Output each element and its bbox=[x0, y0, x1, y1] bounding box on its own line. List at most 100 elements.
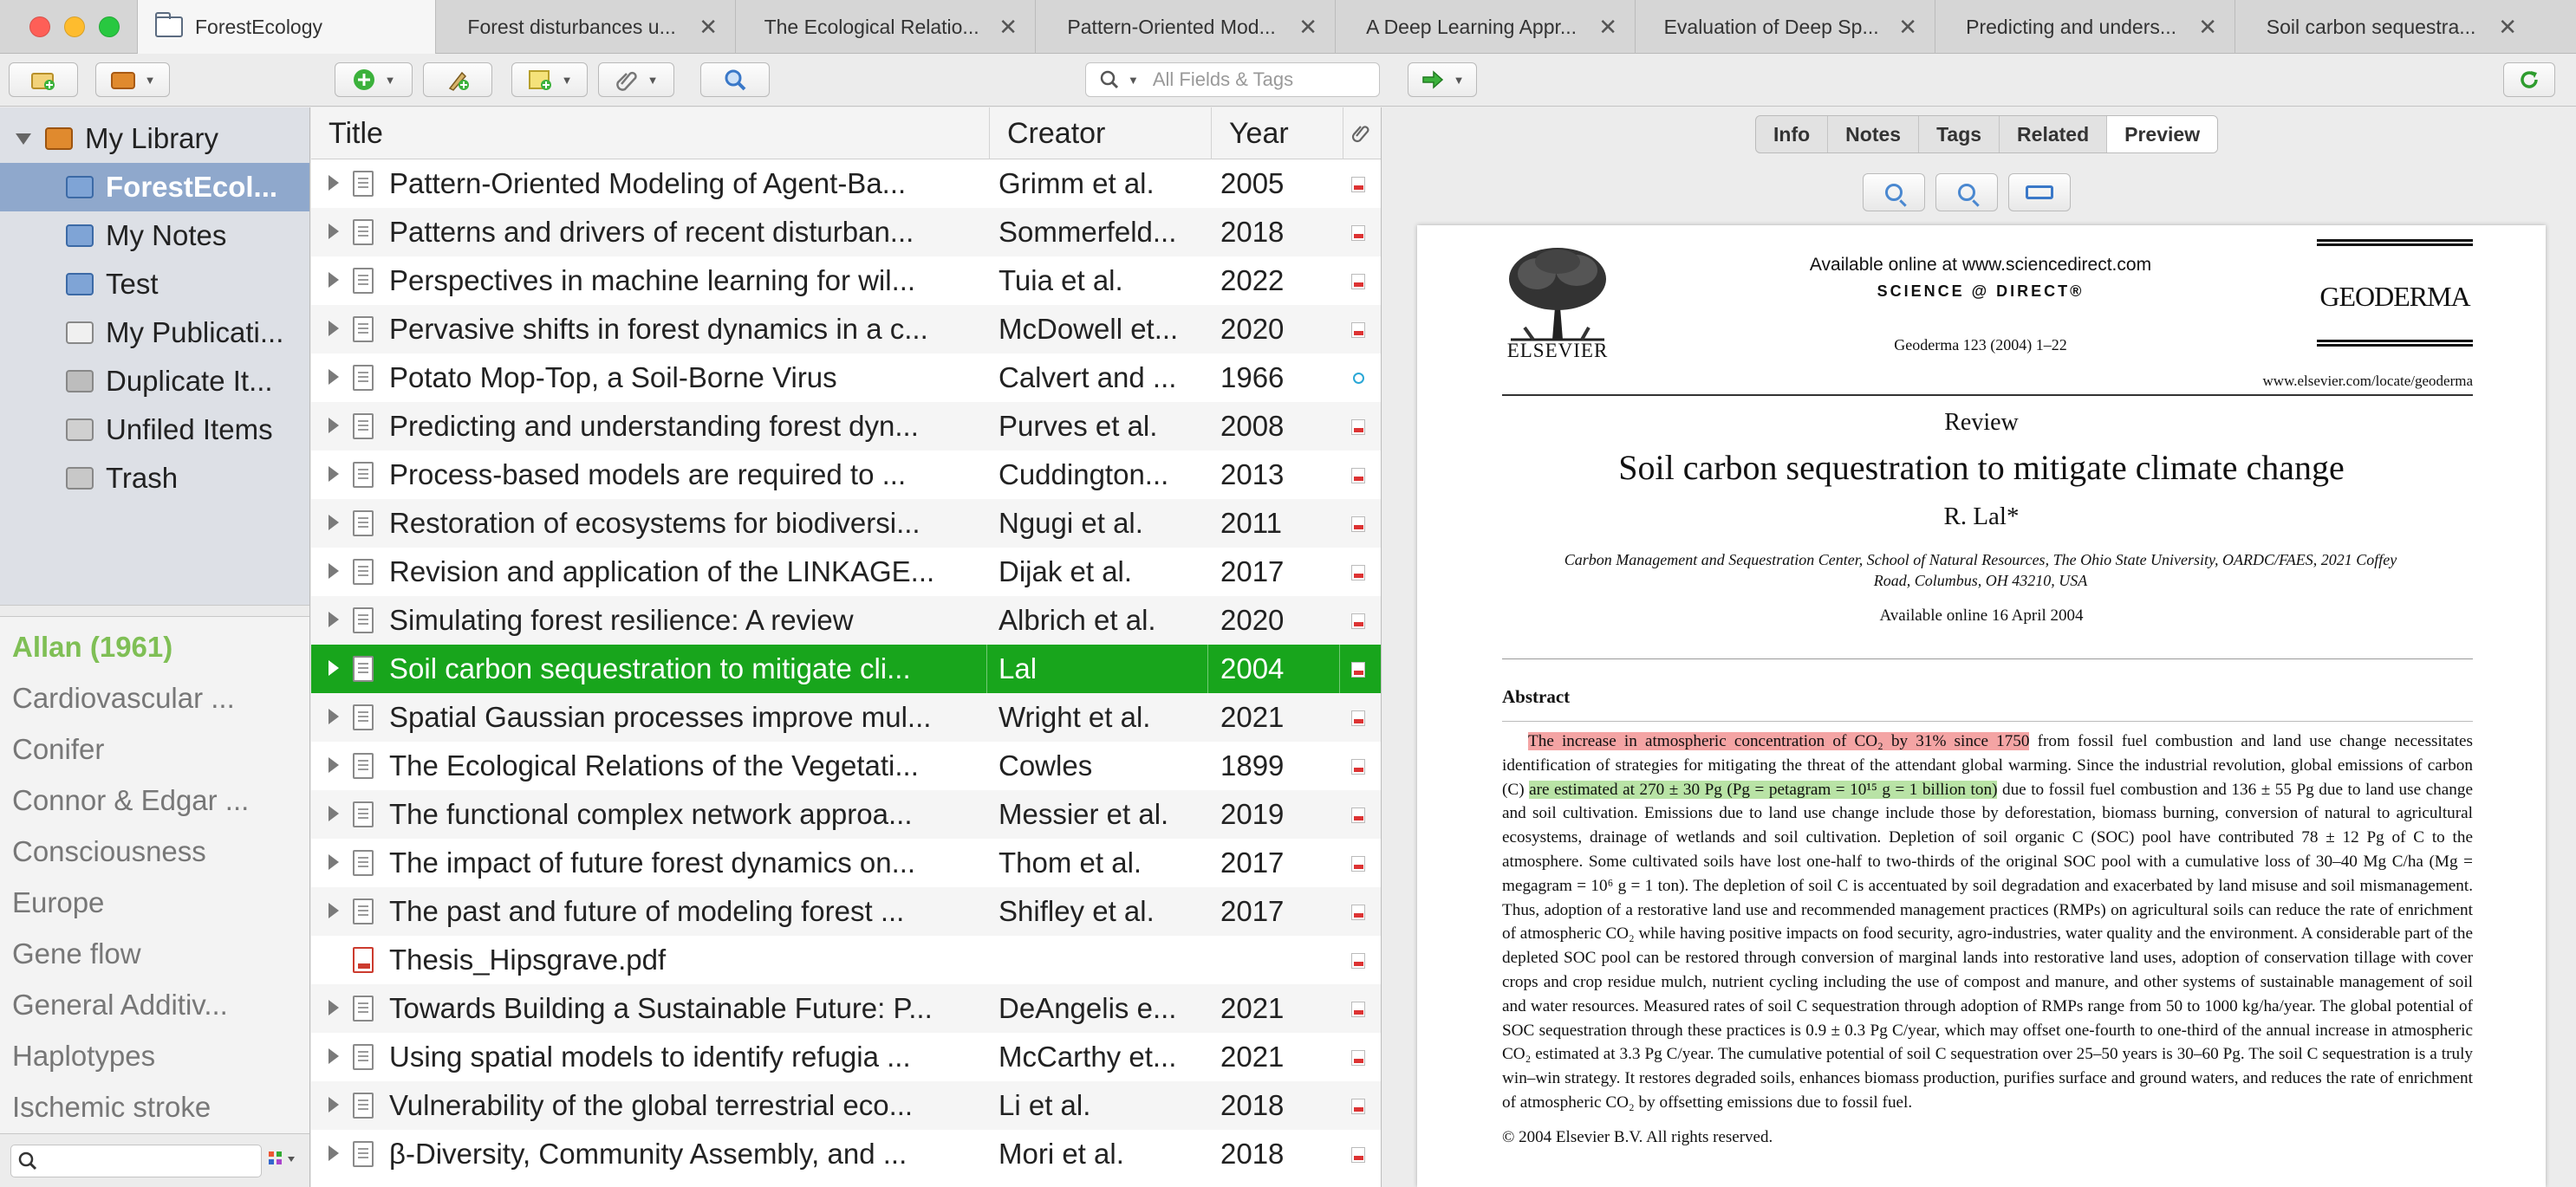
tag-item[interactable]: Conifer bbox=[12, 733, 104, 766]
new-item-button[interactable]: ▼ bbox=[335, 62, 413, 97]
minimize-window-button[interactable] bbox=[64, 16, 85, 37]
disclosure-triangle-icon[interactable] bbox=[329, 321, 339, 336]
tag-item[interactable]: General Additiv... bbox=[12, 989, 228, 1022]
tab-tags[interactable]: Tags bbox=[1919, 116, 2000, 152]
table-row[interactable]: Towards Building a Sustainable Future: P… bbox=[311, 984, 1381, 1033]
search-field[interactable]: ▼ All Fields & Tags bbox=[1085, 62, 1380, 97]
window-tab[interactable]: The Ecological Relatio... ✕ bbox=[735, 0, 1035, 54]
collection-item[interactable]: My Publicati... bbox=[0, 308, 309, 357]
tag-item[interactable]: Consciousness bbox=[12, 835, 206, 868]
pdf-attachment-icon[interactable] bbox=[1351, 710, 1365, 726]
add-attachment-button[interactable]: ▼ bbox=[598, 62, 674, 97]
disclosure-triangle-icon[interactable] bbox=[329, 757, 339, 773]
zoom-out-button[interactable] bbox=[1863, 173, 1925, 211]
table-row[interactable]: Pervasive shifts in forest dynamics in a… bbox=[311, 305, 1381, 354]
disclosure-triangle-icon[interactable] bbox=[329, 466, 339, 482]
tag-item[interactable]: Allan (1961) bbox=[12, 631, 172, 664]
disclosure-triangle-icon[interactable] bbox=[329, 563, 339, 579]
disclosure-triangle-icon[interactable] bbox=[329, 272, 339, 288]
disclosure-triangle-icon[interactable] bbox=[329, 1000, 339, 1015]
pdf-attachment-icon[interactable] bbox=[1351, 1002, 1365, 1017]
window-tab[interactable]: Soil carbon sequestra... ✕ bbox=[2234, 0, 2534, 54]
table-row[interactable]: The impact of future forest dynamics on.… bbox=[311, 839, 1381, 887]
table-row[interactable]: Vulnerability of the global terrestrial … bbox=[311, 1081, 1381, 1130]
table-row[interactable]: The functional complex network approa...… bbox=[311, 790, 1381, 839]
close-tab-icon[interactable]: ✕ bbox=[1898, 14, 1917, 41]
close-tab-icon[interactable]: ✕ bbox=[2498, 14, 2517, 41]
table-row[interactable]: The past and future of modeling forest .… bbox=[311, 887, 1381, 936]
collection-item[interactable]: Unfiled Items bbox=[0, 405, 309, 454]
tag-item[interactable]: Connor & Edgar ... bbox=[12, 784, 249, 817]
disclosure-triangle-icon[interactable] bbox=[329, 369, 339, 385]
column-header-year[interactable]: Year bbox=[1212, 107, 1343, 159]
pdf-attachment-icon[interactable] bbox=[1351, 662, 1365, 678]
disclosure-triangle-icon[interactable] bbox=[329, 418, 339, 433]
pdf-attachment-icon[interactable] bbox=[1351, 953, 1365, 969]
disclosure-triangle-icon[interactable] bbox=[329, 224, 339, 239]
window-tab[interactable]: Evaluation of Deep Sp... ✕ bbox=[1635, 0, 1935, 54]
link-attachment-icon[interactable] bbox=[1351, 371, 1365, 386]
pdf-attachment-icon[interactable] bbox=[1351, 274, 1365, 289]
disclosure-triangle-icon[interactable] bbox=[329, 515, 339, 530]
pane-splitter[interactable] bbox=[0, 605, 309, 617]
disclosure-triangle-icon[interactable] bbox=[329, 660, 339, 676]
pdf-attachment-icon[interactable] bbox=[1351, 905, 1365, 920]
pdf-preview-page[interactable]: ELSEVIER Available online at www.science… bbox=[1417, 225, 2546, 1187]
tab-related[interactable]: Related bbox=[2000, 116, 2108, 152]
close-window-button[interactable] bbox=[29, 16, 50, 37]
column-header-creator[interactable]: Creator bbox=[990, 107, 1212, 159]
table-row[interactable]: Predicting and understanding forest dyn.… bbox=[311, 402, 1381, 451]
tag-actions-icon[interactable] bbox=[269, 1150, 303, 1172]
table-row[interactable]: Potato Mop-Top, a Soil-Borne Virus Calver… bbox=[311, 354, 1381, 402]
pdf-attachment-icon[interactable] bbox=[1351, 1147, 1365, 1163]
pdf-attachment-icon[interactable] bbox=[1351, 613, 1365, 629]
pdf-attachment-icon[interactable] bbox=[1351, 468, 1365, 483]
pdf-attachment-icon[interactable] bbox=[1351, 808, 1365, 823]
tab-preview[interactable]: Preview bbox=[2107, 116, 2218, 152]
window-tab[interactable]: Forest disturbances u... ✕ bbox=[435, 0, 735, 54]
tag-filter-input[interactable] bbox=[10, 1145, 262, 1177]
zoom-in-button[interactable] bbox=[1935, 173, 1998, 211]
disclosure-triangle-icon[interactable] bbox=[329, 1048, 339, 1064]
collection-item[interactable]: Duplicate It... bbox=[0, 357, 309, 405]
tag-item[interactable]: Cardiovascular ... bbox=[12, 682, 235, 715]
window-tab[interactable]: Pattern-Oriented Mod... ✕ bbox=[1035, 0, 1335, 54]
disclosure-triangle-icon[interactable] bbox=[329, 709, 339, 724]
pdf-attachment-icon[interactable] bbox=[1351, 419, 1365, 435]
window-tab[interactable]: ForestEcology bbox=[137, 0, 435, 54]
table-row[interactable]: Soil carbon sequestration to mitigate cl… bbox=[311, 645, 1381, 693]
close-tab-icon[interactable]: ✕ bbox=[1598, 14, 1617, 41]
tag-item[interactable]: Gene flow bbox=[12, 937, 141, 970]
pdf-attachment-icon[interactable] bbox=[1351, 1099, 1365, 1114]
disclosure-triangle-icon[interactable] bbox=[16, 133, 31, 145]
pdf-attachment-icon[interactable] bbox=[1351, 565, 1365, 581]
highlight-green[interactable]: are estimated at 270 ± 30 Pg (Pg = petag… bbox=[1529, 780, 1998, 799]
table-row[interactable]: Process-based models are required to ...… bbox=[311, 451, 1381, 499]
column-header-attachments[interactable] bbox=[1343, 107, 1381, 159]
new-collection-button[interactable] bbox=[9, 62, 78, 97]
table-row[interactable]: Pattern-Oriented Modeling of Agent-Ba...… bbox=[311, 159, 1381, 208]
tab-info[interactable]: Info bbox=[1756, 116, 1829, 152]
window-tab[interactable]: Predicting and unders... ✕ bbox=[1935, 0, 2234, 54]
tab-notes[interactable]: Notes bbox=[1828, 116, 1920, 152]
table-row[interactable]: Revision and application of the LINKAGE.… bbox=[311, 548, 1381, 596]
disclosure-triangle-icon[interactable] bbox=[329, 1097, 339, 1112]
table-row[interactable]: Restoration of ecosystems for biodiversi… bbox=[311, 499, 1381, 548]
collection-item[interactable]: Trash bbox=[0, 454, 309, 503]
collection-item[interactable]: ForestEcol... bbox=[0, 163, 309, 211]
table-row[interactable]: Using spatial models to identify refugia… bbox=[311, 1033, 1381, 1081]
table-row[interactable]: Spatial Gaussian processes improve mul..… bbox=[311, 693, 1381, 742]
window-tab[interactable]: A Deep Learning Appr... ✕ bbox=[1335, 0, 1635, 54]
collection-item[interactable]: Test bbox=[0, 260, 309, 308]
close-tab-icon[interactable]: ✕ bbox=[2198, 14, 2217, 41]
table-row[interactable]: Perspectives in machine learning for wil… bbox=[311, 256, 1381, 305]
pdf-attachment-icon[interactable] bbox=[1351, 1050, 1365, 1066]
table-row[interactable]: Simulating forest resilience: A review Al… bbox=[311, 596, 1381, 645]
disclosure-triangle-icon[interactable] bbox=[329, 854, 339, 870]
tag-item[interactable]: Europe bbox=[12, 886, 104, 919]
disclosure-triangle-icon[interactable] bbox=[329, 612, 339, 627]
disclosure-triangle-icon[interactable] bbox=[329, 175, 339, 191]
column-header-title[interactable]: Title bbox=[311, 107, 990, 159]
close-tab-icon[interactable]: ✕ bbox=[699, 14, 718, 41]
locate-button[interactable]: ▼ bbox=[1408, 62, 1477, 97]
